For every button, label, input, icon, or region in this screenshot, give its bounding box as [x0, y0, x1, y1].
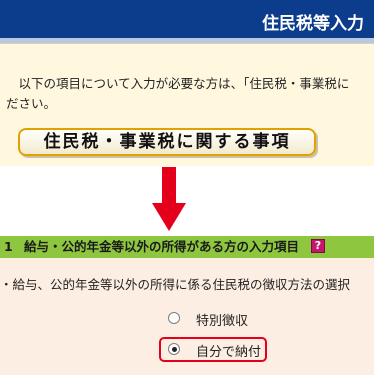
down-arrow-icon [152, 167, 186, 231]
top-frame: 住民税等入力 以下の項目について入力が必要な方は、「住民税・事業税に ださい。 … [0, 0, 374, 166]
page-title: 住民税等入力 [262, 14, 364, 34]
intro-text: 以下の項目について入力が必要な方は、「住民税・事業税に ださい。 [6, 76, 350, 111]
question-label: ・給与、公的年金等以外の所得に係る住民税の徴収方法の選択 [0, 277, 351, 292]
section-number: 1 [4, 239, 13, 254]
help-icon[interactable]: ? [311, 239, 325, 253]
highlight-box [159, 337, 267, 362]
radio-button-unchecked[interactable] [168, 312, 180, 324]
resident-tax-section-button[interactable]: 住民税・事業税に関する事項 [18, 128, 316, 156]
bottom-frame: 1 給与・公的年金等以外の所得がある方の入力項目 ? ・給与、公的年金等以外の所… [0, 236, 374, 375]
title-bar: 住民税等入力 [0, 0, 374, 43]
radio-label: 特別徴収 [196, 314, 249, 329]
section-title: 給与・公的年金等以外の所得がある方の入力項目 [24, 239, 300, 254]
section-header: 1 給与・公的年金等以外の所得がある方の入力項目 ? [0, 236, 374, 258]
divider [0, 43, 374, 44]
